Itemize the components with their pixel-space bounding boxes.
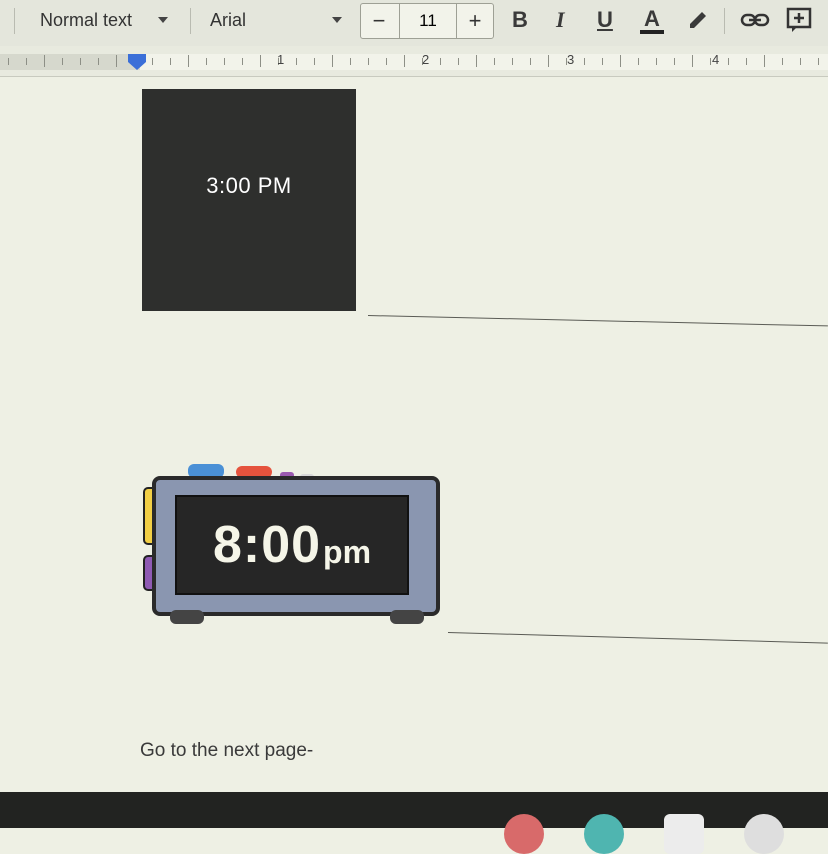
ruler-tick	[584, 58, 585, 65]
taskbar-app-icon[interactable]	[744, 814, 784, 854]
ruler-tick	[710, 58, 711, 65]
ruler-tick	[638, 58, 639, 65]
ruler-number: 1	[277, 52, 285, 67]
alarm-clock-image: 8:00 pm	[140, 460, 440, 630]
text-color-button[interactable]: A	[640, 0, 664, 40]
text-color-swatch	[640, 30, 664, 34]
ruler-tick	[656, 58, 657, 65]
ruler-tick	[548, 55, 549, 67]
clock-suffix-text: pm	[323, 533, 372, 570]
ruler-tick	[332, 55, 333, 67]
horizontal-ruler[interactable]: 1 2 3 4	[0, 46, 828, 77]
decrease-font-size-button[interactable]: −	[361, 4, 397, 38]
ruler-tick	[188, 55, 189, 67]
ruler-tick	[116, 55, 117, 67]
footer-instruction: Go to the next page-	[140, 740, 314, 761]
ruler-tick	[350, 58, 351, 65]
ruler-tick	[206, 58, 207, 65]
toolbar-divider	[724, 8, 725, 34]
ruler-tick	[746, 58, 747, 65]
ruler-tick	[314, 58, 315, 65]
answer-line	[367, 315, 828, 327]
ruler-margin	[0, 54, 140, 70]
ruler-tick	[8, 58, 9, 65]
ruler-tick	[818, 58, 819, 65]
ruler-tick	[224, 58, 225, 65]
toolbar-divider	[14, 8, 15, 34]
italic-button[interactable]: I	[556, 0, 565, 40]
chevron-down-icon[interactable]	[332, 0, 342, 40]
highlighter-icon[interactable]	[686, 0, 710, 40]
time-card-3pm: 3:00 PM	[142, 89, 356, 311]
ruler-tick	[404, 55, 405, 67]
ruler-tick	[476, 55, 477, 67]
time-card-text: 3:00 PM	[206, 173, 292, 198]
font-size-input[interactable]: 11	[399, 4, 457, 38]
paragraph-style-label: Normal text	[40, 9, 133, 30]
font-family-label: Arial	[210, 9, 247, 30]
ruler-tick	[494, 58, 495, 65]
ruler-tick	[260, 55, 261, 67]
ruler-tick	[98, 58, 99, 65]
ruler-tick	[26, 58, 27, 65]
ruler-number: 2	[422, 52, 430, 67]
chevron-down-icon[interactable]	[158, 0, 168, 40]
add-comment-icon[interactable]	[786, 0, 812, 40]
link-icon[interactable]	[740, 0, 770, 40]
ruler-tick	[620, 55, 621, 67]
ruler-tick	[530, 58, 531, 65]
formatting-toolbar: Normal text Arial − 11 + B I U A	[0, 0, 828, 47]
bold-button[interactable]: B	[512, 0, 528, 40]
ruler-tick	[764, 55, 765, 67]
ruler-tick	[152, 58, 153, 65]
ruler-number: 4	[712, 52, 720, 67]
clock-time-text: 8:00	[212, 516, 322, 574]
left-indent-marker[interactable]	[128, 62, 146, 70]
ruler-tick	[296, 58, 297, 65]
ruler-tick	[728, 58, 729, 65]
increase-font-size-button[interactable]: +	[457, 4, 493, 38]
ruler-tick	[512, 58, 513, 65]
ruler-tick	[782, 58, 783, 65]
ruler-tick	[368, 58, 369, 65]
font-family-dropdown[interactable]: Arial	[210, 0, 246, 40]
ruler-number: 3	[567, 52, 575, 67]
toolbar-divider	[190, 8, 191, 34]
ruler-tick	[440, 58, 441, 65]
taskbar-app-icon[interactable]	[664, 814, 704, 854]
text-color-label: A	[644, 6, 660, 31]
taskbar-app-icon[interactable]	[504, 814, 544, 854]
first-line-indent-marker[interactable]	[128, 54, 146, 62]
ruler-tick	[386, 58, 387, 65]
answer-line	[447, 632, 828, 644]
ruler-tick	[80, 58, 81, 65]
ruler-tick	[458, 58, 459, 65]
ruler-tick	[62, 58, 63, 65]
font-size-control: − 11 +	[360, 3, 494, 39]
ruler-tick	[692, 55, 693, 67]
ruler-tick	[674, 58, 675, 65]
ruler-tick	[170, 58, 171, 65]
paragraph-style-dropdown[interactable]: Normal text	[40, 0, 132, 40]
ruler-tick	[44, 55, 45, 67]
taskbar-app-icon[interactable]	[584, 814, 624, 854]
ruler-tick	[242, 58, 243, 65]
ruler-tick	[602, 58, 603, 65]
underline-button[interactable]: U	[597, 0, 613, 40]
ruler-tick	[800, 58, 801, 65]
clock-display: 8:00 pm	[176, 496, 408, 594]
